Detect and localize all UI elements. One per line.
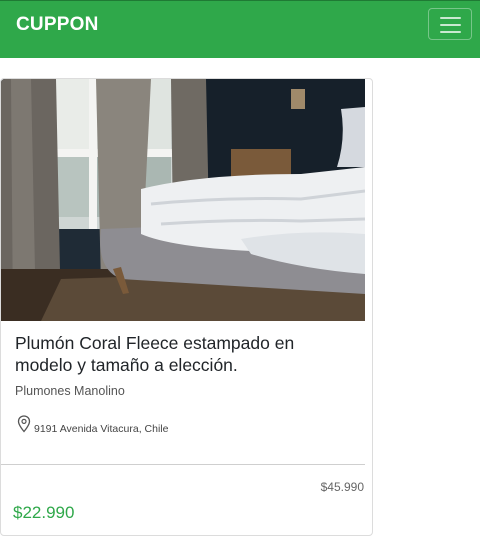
- hamburger-menu-button[interactable]: [428, 8, 472, 40]
- deal-image[interactable]: [1, 79, 365, 321]
- top-navbar: CUPPON: [0, 0, 480, 58]
- card-divider: [1, 464, 365, 465]
- deal-address: 9191 Avenida Vitacura, Chile: [34, 423, 169, 435]
- deal-title[interactable]: Plumón Coral Fleece estampado en modelo …: [15, 332, 345, 376]
- map-pin-icon: [17, 415, 31, 433]
- deal-card[interactable]: Plumón Coral Fleece estampado en modelo …: [0, 78, 373, 536]
- original-price: $45.990: [320, 480, 364, 494]
- deal-price: $22.990: [13, 503, 75, 522]
- brand-logo[interactable]: CUPPON: [16, 14, 99, 36]
- merchant-name: Plumones Manolino: [15, 384, 125, 398]
